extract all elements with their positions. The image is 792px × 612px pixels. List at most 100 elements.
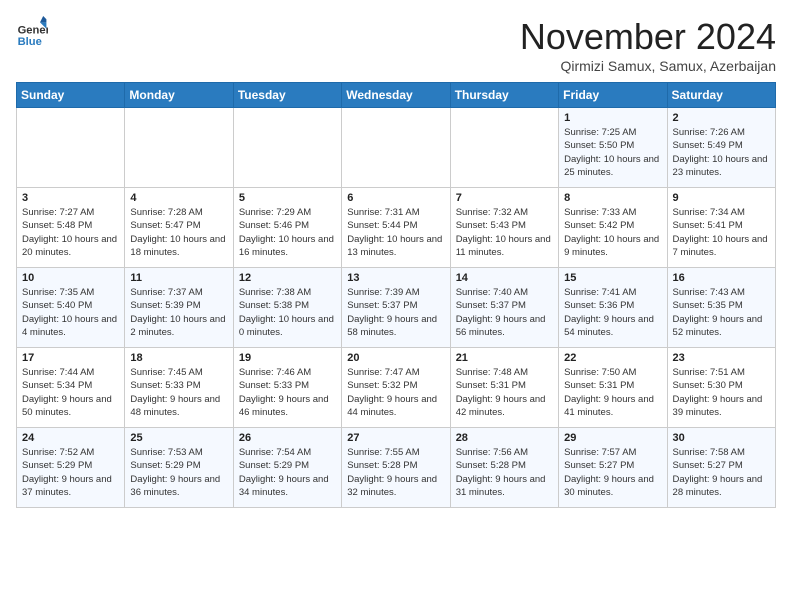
calendar-cell: 10 Sunrise: 7:35 AM Sunset: 5:40 PM Dayli…	[17, 268, 125, 348]
day-number: 21	[456, 352, 553, 364]
day-info: Sunrise: 7:31 AM Sunset: 5:44 PM Dayligh…	[347, 206, 444, 259]
day-info: Sunrise: 7:35 AM Sunset: 5:40 PM Dayligh…	[22, 286, 119, 339]
day-info: Sunrise: 7:56 AM Sunset: 5:28 PM Dayligh…	[456, 446, 553, 499]
page-header: General Blue November 2024 Qirmizi Samux…	[16, 16, 776, 74]
day-number: 15	[564, 272, 661, 284]
weekday-header-sunday: Sunday	[17, 83, 125, 108]
day-number: 12	[239, 272, 336, 284]
calendar-cell: 24 Sunrise: 7:52 AM Sunset: 5:29 PM Dayli…	[17, 428, 125, 508]
logo-icon: General Blue	[16, 16, 48, 48]
calendar-table: SundayMondayTuesdayWednesdayThursdayFrid…	[16, 82, 776, 508]
day-number: 28	[456, 432, 553, 444]
calendar-cell: 30Sunrise: 7:58 AM Sunset: 5:27 PM Dayli…	[667, 428, 775, 508]
day-info: Sunrise: 7:48 AM Sunset: 5:31 PM Dayligh…	[456, 366, 553, 419]
day-info: Sunrise: 7:58 AM Sunset: 5:27 PM Dayligh…	[673, 446, 770, 499]
calendar-cell: 19 Sunrise: 7:46 AM Sunset: 5:33 PM Dayli…	[233, 348, 341, 428]
calendar-cell: 25Sunrise: 7:53 AM Sunset: 5:29 PM Dayli…	[125, 428, 233, 508]
weekday-header-friday: Friday	[559, 83, 667, 108]
calendar-cell: 20Sunrise: 7:47 AM Sunset: 5:32 PM Dayli…	[342, 348, 450, 428]
day-info: Sunrise: 7:40 AM Sunset: 5:37 PM Dayligh…	[456, 286, 553, 339]
day-info: Sunrise: 7:37 AM Sunset: 5:39 PM Dayligh…	[130, 286, 227, 339]
day-number: 25	[130, 432, 227, 444]
day-number: 4	[130, 192, 227, 204]
calendar-cell: 4 Sunrise: 7:28 AM Sunset: 5:47 PM Daylig…	[125, 188, 233, 268]
day-info: Sunrise: 7:34 AM Sunset: 5:41 PM Dayligh…	[673, 206, 770, 259]
calendar-cell	[17, 108, 125, 188]
calendar-cell: 7Sunrise: 7:32 AM Sunset: 5:43 PM Daylig…	[450, 188, 558, 268]
day-info: Sunrise: 7:29 AM Sunset: 5:46 PM Dayligh…	[239, 206, 336, 259]
day-number: 11	[130, 272, 227, 284]
day-number: 23	[673, 352, 770, 364]
day-info: Sunrise: 7:25 AM Sunset: 5:50 PM Dayligh…	[564, 126, 661, 179]
weekday-header-saturday: Saturday	[667, 83, 775, 108]
calendar-cell: 12 Sunrise: 7:38 AM Sunset: 5:38 PM Dayli…	[233, 268, 341, 348]
day-number: 2	[673, 112, 770, 124]
day-info: Sunrise: 7:52 AM Sunset: 5:29 PM Dayligh…	[22, 446, 119, 499]
day-info: Sunrise: 7:54 AM Sunset: 5:29 PM Dayligh…	[239, 446, 336, 499]
day-number: 16	[673, 272, 770, 284]
calendar-cell: 13 Sunrise: 7:39 AM Sunset: 5:37 PM Dayli…	[342, 268, 450, 348]
calendar-cell: 26 Sunrise: 7:54 AM Sunset: 5:29 PM Dayli…	[233, 428, 341, 508]
calendar-cell	[125, 108, 233, 188]
day-info: Sunrise: 7:28 AM Sunset: 5:47 PM Dayligh…	[130, 206, 227, 259]
day-number: 27	[347, 432, 444, 444]
day-number: 20	[347, 352, 444, 364]
day-number: 10	[22, 272, 119, 284]
calendar-cell: 15Sunrise: 7:41 AM Sunset: 5:36 PM Dayli…	[559, 268, 667, 348]
day-info: Sunrise: 7:51 AM Sunset: 5:30 PM Dayligh…	[673, 366, 770, 419]
day-number: 19	[239, 352, 336, 364]
day-info: Sunrise: 7:44 AM Sunset: 5:34 PM Dayligh…	[22, 366, 119, 419]
day-number: 9	[673, 192, 770, 204]
svg-text:General: General	[18, 25, 48, 37]
day-number: 5	[239, 192, 336, 204]
weekday-header-thursday: Thursday	[450, 83, 558, 108]
calendar-cell: 27 Sunrise: 7:55 AM Sunset: 5:28 PM Dayli…	[342, 428, 450, 508]
calendar-cell	[450, 108, 558, 188]
day-info: Sunrise: 7:26 AM Sunset: 5:49 PM Dayligh…	[673, 126, 770, 179]
day-number: 6	[347, 192, 444, 204]
day-number: 26	[239, 432, 336, 444]
week-row-5: 24 Sunrise: 7:52 AM Sunset: 5:29 PM Dayli…	[17, 428, 776, 508]
day-number: 14	[456, 272, 553, 284]
calendar-cell: 11 Sunrise: 7:37 AM Sunset: 5:39 PM Dayli…	[125, 268, 233, 348]
day-number: 13	[347, 272, 444, 284]
title-block: November 2024 Qirmizi Samux, Samux, Azer…	[520, 16, 776, 74]
day-number: 3	[22, 192, 119, 204]
week-row-3: 10 Sunrise: 7:35 AM Sunset: 5:40 PM Dayli…	[17, 268, 776, 348]
calendar-cell: 16Sunrise: 7:43 AM Sunset: 5:35 PM Dayli…	[667, 268, 775, 348]
calendar-cell: 22 Sunrise: 7:50 AM Sunset: 5:31 PM Dayli…	[559, 348, 667, 428]
day-info: Sunrise: 7:32 AM Sunset: 5:43 PM Dayligh…	[456, 206, 553, 259]
day-info: Sunrise: 7:33 AM Sunset: 5:42 PM Dayligh…	[564, 206, 661, 259]
day-info: Sunrise: 7:38 AM Sunset: 5:38 PM Dayligh…	[239, 286, 336, 339]
calendar-cell: 2 Sunrise: 7:26 AM Sunset: 5:49 PM Daylig…	[667, 108, 775, 188]
day-info: Sunrise: 7:57 AM Sunset: 5:27 PM Dayligh…	[564, 446, 661, 499]
weekday-header-wednesday: Wednesday	[342, 83, 450, 108]
day-number: 29	[564, 432, 661, 444]
day-info: Sunrise: 7:39 AM Sunset: 5:37 PM Dayligh…	[347, 286, 444, 339]
calendar-cell: 1 Sunrise: 7:25 AM Sunset: 5:50 PM Daylig…	[559, 108, 667, 188]
day-info: Sunrise: 7:27 AM Sunset: 5:48 PM Dayligh…	[22, 206, 119, 259]
day-number: 22	[564, 352, 661, 364]
calendar-cell: 8 Sunrise: 7:33 AM Sunset: 5:42 PM Daylig…	[559, 188, 667, 268]
day-number: 24	[22, 432, 119, 444]
weekday-header-monday: Monday	[125, 83, 233, 108]
calendar-cell: 29 Sunrise: 7:57 AM Sunset: 5:27 PM Dayli…	[559, 428, 667, 508]
calendar-cell	[233, 108, 341, 188]
day-number: 8	[564, 192, 661, 204]
day-info: Sunrise: 7:55 AM Sunset: 5:28 PM Dayligh…	[347, 446, 444, 499]
week-row-2: 3 Sunrise: 7:27 AM Sunset: 5:48 PM Daylig…	[17, 188, 776, 268]
calendar-cell: 18Sunrise: 7:45 AM Sunset: 5:33 PM Dayli…	[125, 348, 233, 428]
day-info: Sunrise: 7:46 AM Sunset: 5:33 PM Dayligh…	[239, 366, 336, 419]
calendar-cell: 3 Sunrise: 7:27 AM Sunset: 5:48 PM Daylig…	[17, 188, 125, 268]
month-title: November 2024	[520, 16, 776, 58]
day-info: Sunrise: 7:50 AM Sunset: 5:31 PM Dayligh…	[564, 366, 661, 419]
calendar-cell: 28 Sunrise: 7:56 AM Sunset: 5:28 PM Dayli…	[450, 428, 558, 508]
week-row-1: 1 Sunrise: 7:25 AM Sunset: 5:50 PM Daylig…	[17, 108, 776, 188]
day-number: 1	[564, 112, 661, 124]
day-number: 17	[22, 352, 119, 364]
calendar-cell: 5 Sunrise: 7:29 AM Sunset: 5:46 PM Daylig…	[233, 188, 341, 268]
weekday-header-tuesday: Tuesday	[233, 83, 341, 108]
calendar-cell: 9 Sunrise: 7:34 AM Sunset: 5:41 PM Daylig…	[667, 188, 775, 268]
calendar-cell: 6 Sunrise: 7:31 AM Sunset: 5:44 PM Daylig…	[342, 188, 450, 268]
svg-text:Blue: Blue	[18, 36, 42, 48]
